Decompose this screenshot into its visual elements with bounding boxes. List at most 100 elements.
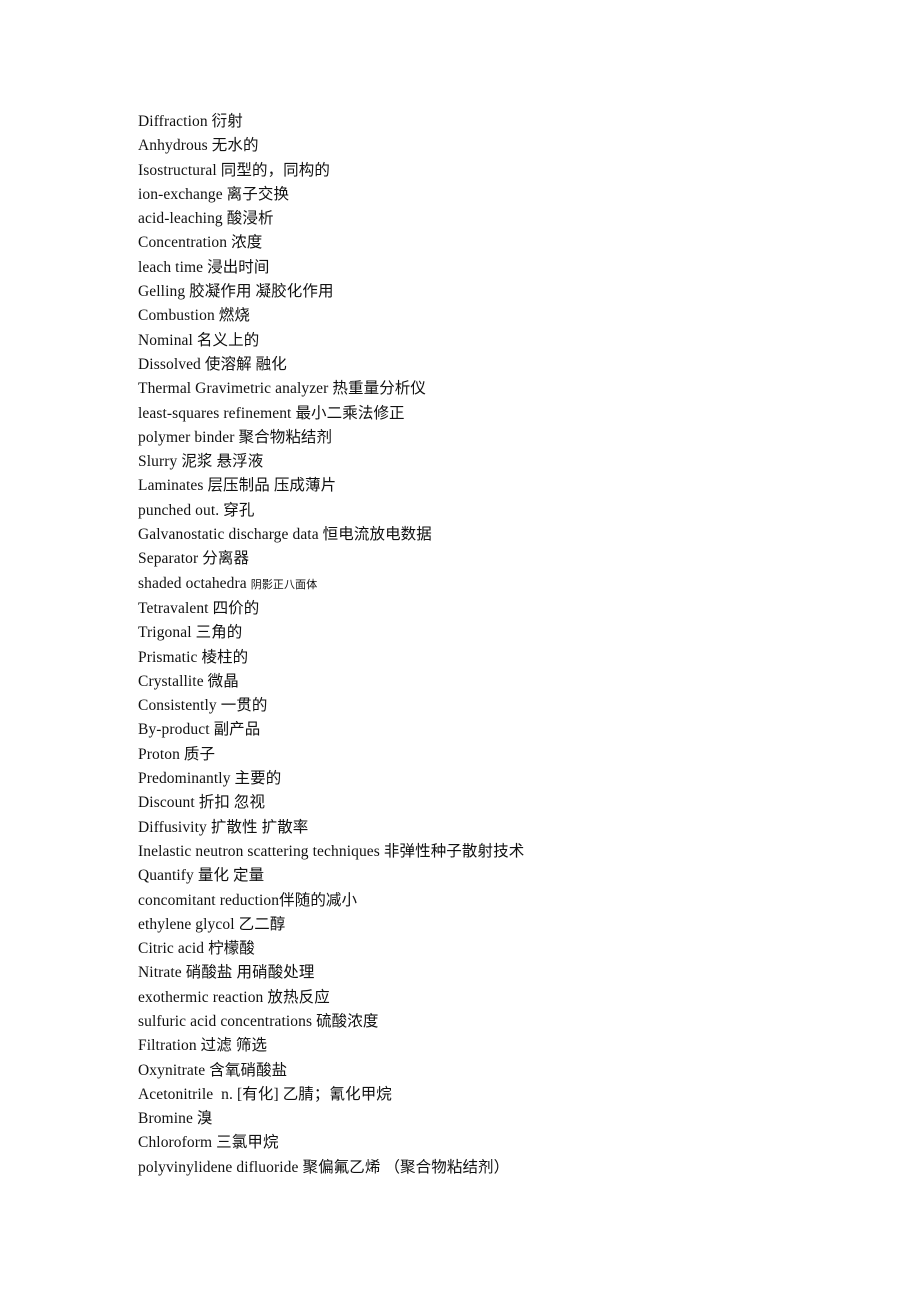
glossary-gloss: 量化 定量 xyxy=(197,867,265,885)
glossary-term: Diffusivity xyxy=(138,818,211,836)
glossary-term: Citric acid xyxy=(138,940,209,958)
glossary-term: polyvinylidene difluoride xyxy=(138,1158,303,1176)
glossary-entry: By-product 副产品 xyxy=(138,718,838,742)
glossary-term: Trigonal xyxy=(138,624,196,642)
glossary-gloss: 硫酸浓度 xyxy=(316,1012,379,1030)
glossary-gloss: 聚偏氟乙烯 （聚合物粘结剂） xyxy=(302,1158,510,1176)
glossary-term: punched out. xyxy=(138,501,224,519)
glossary-gloss: 三氯甲烷 xyxy=(216,1134,279,1152)
glossary-term: Diffraction xyxy=(138,113,212,130)
glossary-term: Tetravalent xyxy=(138,599,213,617)
glossary-term: polymer binder xyxy=(138,428,239,446)
glossary-gloss: 折扣 忽视 xyxy=(198,794,266,812)
glossary-term: By-product xyxy=(138,721,214,739)
glossary-term: least-squares refinement xyxy=(138,404,296,422)
glossary-gloss: 硝酸盐 用硝酸处理 xyxy=(185,964,315,982)
glossary-entry: least-squares refinement 最小二乘法修正 xyxy=(138,402,838,426)
glossary-gloss: 主要的 xyxy=(234,770,282,788)
glossary-entry: Laminates 层压制品 压成薄片 xyxy=(138,474,838,498)
glossary-entry: Acetonitrile n. [有化] 乙腈；氰化甲烷 xyxy=(138,1083,838,1107)
glossary-gloss: 伴随的减小 xyxy=(279,891,358,909)
glossary-entry: Galvanostatic discharge data 恒电流放电数据 xyxy=(138,523,838,547)
glossary-gloss: 四价的 xyxy=(212,599,260,617)
glossary-term: Separator xyxy=(138,550,203,568)
glossary-gloss: 质子 xyxy=(183,745,216,763)
glossary-entry: Oxynitrate 含氧硝酸盐 xyxy=(138,1059,838,1083)
glossary-gloss: 含氧硝酸盐 xyxy=(209,1061,288,1079)
glossary-entry: sulfuric acid concentrations 硫酸浓度 xyxy=(138,1010,838,1034)
glossary-entry: Thermal Gravimetric analyzer 热重量分析仪 xyxy=(138,377,838,401)
glossary-gloss: 离子交换 xyxy=(226,185,290,203)
glossary-term: Dissolved xyxy=(138,355,205,373)
glossary-term: Prismatic xyxy=(138,648,202,666)
glossary-entry: Combustion 燃烧 xyxy=(138,304,838,328)
glossary-term: Inelastic neutron scattering techniques xyxy=(138,842,384,860)
glossary-term: Galvanostatic discharge data xyxy=(138,526,323,544)
glossary-term: shaded octahedra xyxy=(138,574,251,592)
glossary-entry: acid-leaching 酸浸析 xyxy=(138,207,838,231)
glossary-entry: Proton 质子 xyxy=(138,743,838,767)
glossary-entry: Consistently 一贯的 xyxy=(138,694,838,718)
glossary-term: leach time xyxy=(138,258,208,276)
glossary-gloss: 放热反应 xyxy=(267,988,330,1006)
glossary-gloss: 胶凝作用 凝胶化作用 xyxy=(189,283,334,301)
glossary-term: Slurry xyxy=(138,453,182,471)
glossary-term: Bromine xyxy=(138,1110,197,1128)
glossary-gloss: 浓度 xyxy=(231,234,263,252)
glossary-gloss: 名义上的 xyxy=(196,331,260,349)
glossary-gloss: 使溶解 融化 xyxy=(204,355,287,373)
glossary-gloss: 过滤 筛选 xyxy=(200,1037,268,1055)
glossary-term: concomitant reduction xyxy=(138,891,280,909)
glossary-entry: Discount 折扣 忽视 xyxy=(138,791,838,815)
glossary-gloss: 溴 xyxy=(196,1110,213,1128)
glossary-gloss: 一贯的 xyxy=(220,697,268,715)
glossary-gloss: 层压制品 压成薄片 xyxy=(207,477,337,495)
glossary-entry: shaded octahedra 阴影正八面体 xyxy=(138,572,838,597)
glossary-entry: Nitrate 硝酸盐 用硝酸处理 xyxy=(138,961,838,985)
glossary-gloss: 热重量分析仪 xyxy=(332,380,427,398)
glossary-entry: exothermic reaction 放热反应 xyxy=(138,986,838,1010)
glossary-entry: Quantify 量化 定量 xyxy=(138,864,838,888)
glossary-entry: Dissolved 使溶解 融化 xyxy=(138,353,838,377)
glossary-gloss: 棱柱的 xyxy=(201,648,249,666)
glossary-gloss: 扩散性 扩散率 xyxy=(210,818,309,836)
glossary-gloss: 衍射 xyxy=(211,113,243,130)
glossary-term: Combustion xyxy=(138,307,219,325)
glossary-gloss: 同型的，同构的 xyxy=(220,161,330,179)
glossary-entry: Isostructural 同型的，同构的 xyxy=(138,159,838,183)
glossary-gloss: 浸出时间 xyxy=(207,258,270,276)
glossary-term: Concentration xyxy=(138,234,232,252)
glossary-gloss: 恒电流放电数据 xyxy=(322,526,432,544)
glossary-gloss: 三角的 xyxy=(195,624,243,642)
glossary-gloss: 聚合物粘结剂 xyxy=(238,428,333,446)
glossary-gloss: 阴影正八面体 xyxy=(250,578,318,591)
glossary-term: sulfuric acid concentrations xyxy=(138,1012,317,1030)
glossary-gloss: 无水的 xyxy=(211,137,259,155)
document-page: Diffraction 衍射 Anhydrous 无水的 Isostructural… xyxy=(0,0,920,1302)
glossary-term: Proton xyxy=(138,745,184,763)
glossary-gloss: 非弹性种子散射技术 xyxy=(383,842,525,860)
glossary-gloss: 乙二醇 xyxy=(238,915,286,933)
glossary-entry: Bromine 溴 xyxy=(138,1107,838,1131)
glossary-gloss: 柠檬酸 xyxy=(208,940,255,958)
glossary-entry: Gelling 胶凝作用 凝胶化作用 xyxy=(138,280,838,304)
glossary-entry: Crystallite 微晶 xyxy=(138,670,838,694)
glossary-entry: Filtration 过滤 筛选 xyxy=(138,1034,838,1058)
glossary-entry: Nominal 名义上的 xyxy=(138,329,838,353)
glossary-term: Discount xyxy=(138,794,199,812)
glossary-term: Laminates xyxy=(138,477,208,495)
glossary-gloss: 酸浸析 xyxy=(226,210,274,228)
glossary-term: exothermic reaction xyxy=(138,988,268,1006)
glossary-entry: Predominantly 主要的 xyxy=(138,767,838,791)
glossary-term: Crystallite xyxy=(138,672,208,690)
glossary-entry: ion-exchange 离子交换 xyxy=(138,183,838,207)
glossary-gloss: 泥浆 悬浮液 xyxy=(181,453,264,471)
glossary-entry: Concentration 浓度 xyxy=(138,231,838,255)
glossary-term: Gelling xyxy=(138,283,190,301)
glossary-term: Chloroform xyxy=(138,1134,217,1152)
glossary-term: Oxynitrate xyxy=(138,1061,210,1079)
glossary-gloss: 乙腈；氰化甲烷 xyxy=(282,1085,392,1103)
glossary-term: Predominantly xyxy=(138,770,235,788)
glossary-entry: polymer binder 聚合物粘结剂 xyxy=(138,426,838,450)
glossary-entry: ethylene glycol 乙二醇 xyxy=(138,913,838,937)
